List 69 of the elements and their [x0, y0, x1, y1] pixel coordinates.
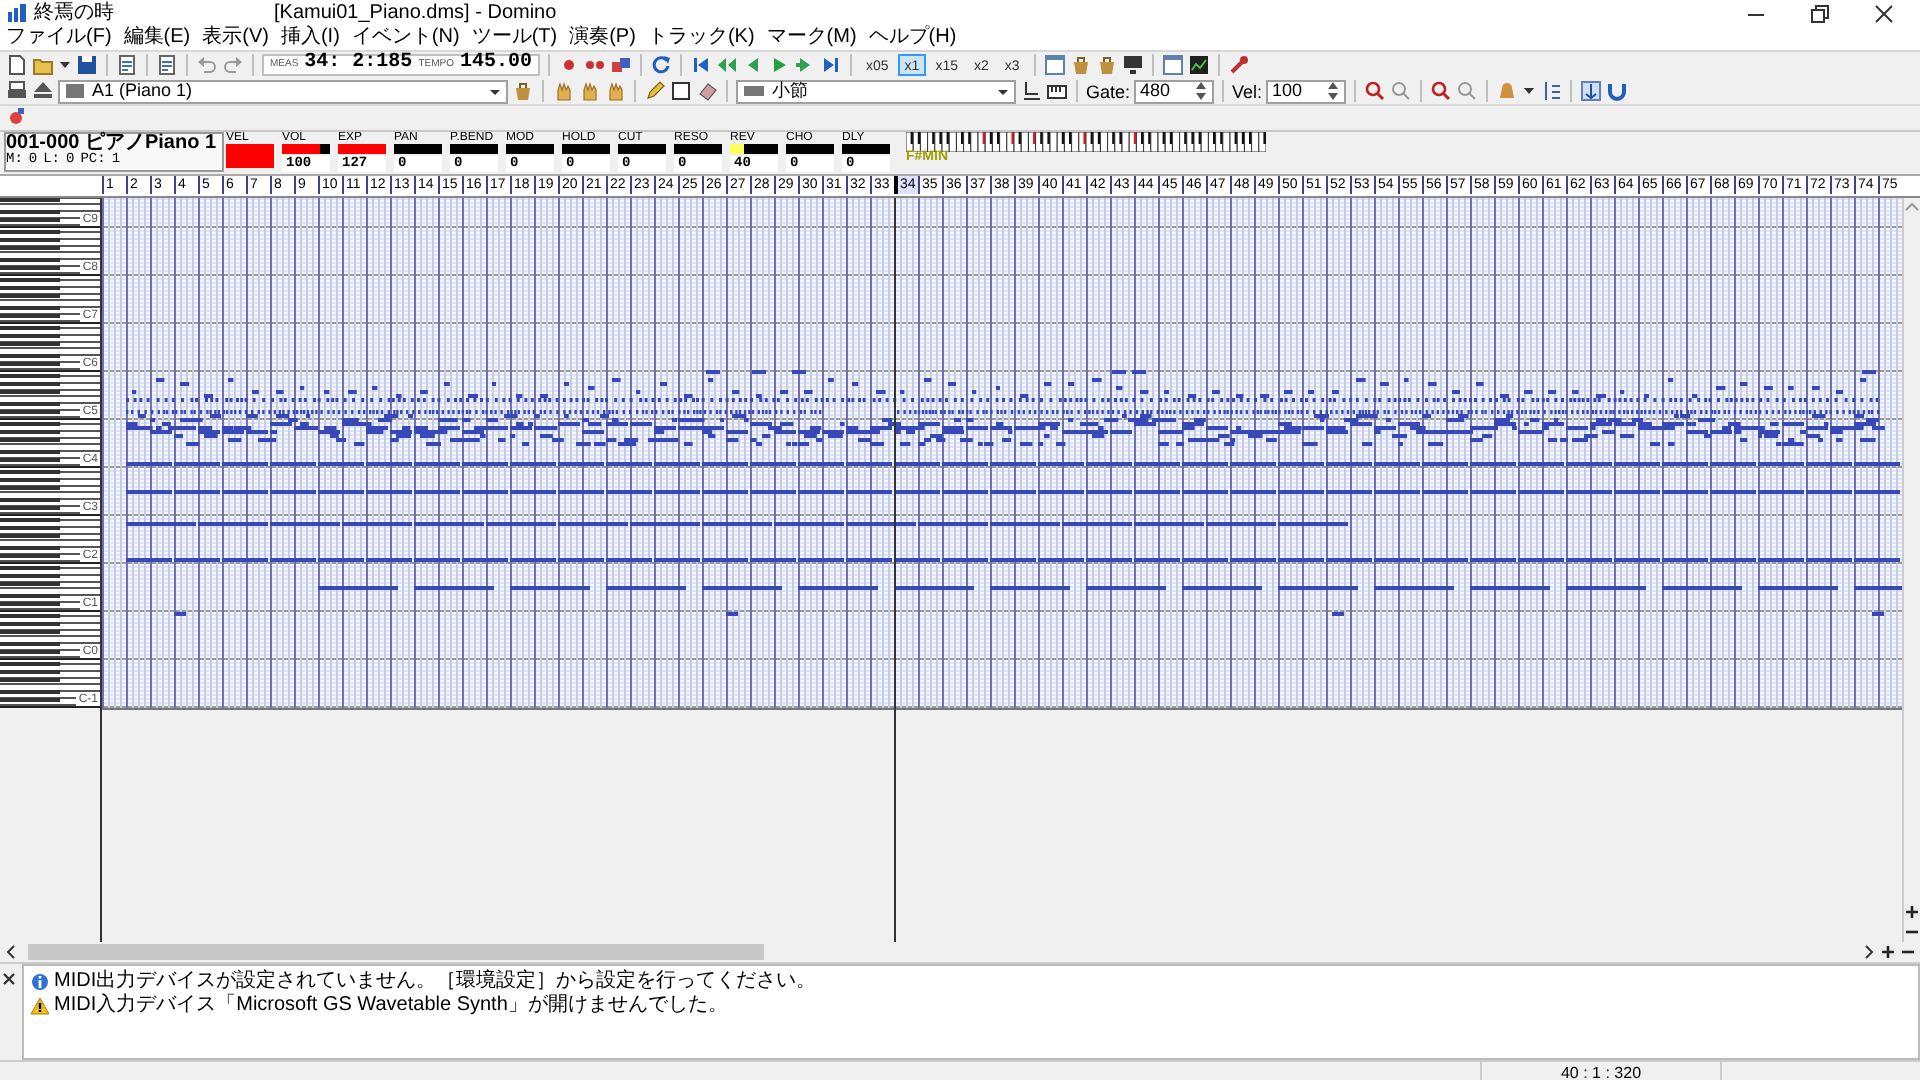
close-icon[interactable] [1874, 3, 1894, 23]
spin-arrows-icon[interactable] [1194, 80, 1209, 102]
gate-label: Gate: [1086, 81, 1131, 101]
menu-item[interactable]: ファイル(F) [6, 26, 112, 50]
menu-item[interactable]: マーク(M) [766, 26, 857, 50]
scrollbar-thumb[interactable] [28, 944, 764, 960]
hand-icon[interactable] [578, 80, 600, 102]
bars-icon[interactable] [1540, 80, 1563, 102]
blocks-icon[interactable] [609, 53, 632, 75]
bag-icon[interactable] [1095, 53, 1118, 75]
menu-item[interactable]: ツール(T) [471, 26, 558, 50]
bag-icon[interactable] [1069, 53, 1092, 75]
controller-meter[interactable] [730, 144, 778, 154]
piano-roll-grid[interactable] [102, 198, 1902, 710]
message-text: MIDI入力デバイス「Microsoft GS Wavetable Synth」が開けませんでした。 [54, 994, 728, 1016]
printer-icon[interactable] [6, 80, 28, 102]
info-icon [30, 971, 50, 991]
document-title: [Kamui01_Piano.dms] - Domino [274, 1, 557, 25]
message-text: MIDI出力デバイスが設定されていません。［環境設定］から設定を行ってください。 [54, 970, 817, 992]
refresh-icon[interactable] [649, 53, 672, 75]
velocity-field[interactable]: 100 [1266, 79, 1347, 103]
pencil-icon[interactable] [644, 80, 666, 102]
pin-icon[interactable] [1580, 80, 1603, 102]
position-status: 40 : 1 : 320 [1480, 1062, 1720, 1080]
zoom-in-icon[interactable] [1430, 80, 1453, 102]
hand-icon[interactable] [552, 80, 574, 102]
position-value: 34: 2:185 [304, 54, 413, 74]
menu-item[interactable]: ヘルプ(H) [868, 26, 957, 50]
menu-item[interactable]: 表示(V) [202, 26, 269, 50]
scroll-right-icon[interactable] [1860, 944, 1876, 960]
window-title: 終焉の時 [34, 1, 116, 25]
snap-dropdown[interactable]: 小節 [736, 79, 1016, 103]
menu-item[interactable]: トラック(K) [647, 26, 755, 50]
skip-start-icon[interactable] [689, 53, 712, 75]
document-icon[interactable] [156, 53, 178, 75]
spin-arrows-icon[interactable] [1326, 80, 1341, 102]
menu-item[interactable]: 演奏(P) [569, 26, 636, 50]
magnet-icon[interactable] [1606, 80, 1629, 102]
save-icon[interactable] [76, 53, 98, 75]
skip-end-icon[interactable] [819, 53, 842, 75]
zoom-in-icon[interactable] [1364, 80, 1387, 102]
wrench-icon[interactable] [1227, 53, 1250, 75]
midi-notes-drawing[interactable] [126, 370, 1902, 616]
window-icon[interactable] [1161, 53, 1184, 75]
zoom-plus-icon[interactable] [1904, 904, 1920, 920]
plugin-icon[interactable] [6, 106, 28, 128]
bag-icon[interactable] [512, 80, 534, 102]
menu-item[interactable]: 編集(E) [123, 26, 191, 50]
tempo-value: 145.00 [459, 54, 532, 74]
velocity-label: Vel: [1232, 81, 1263, 101]
monitor-icon[interactable] [1121, 53, 1144, 75]
graph-screen-icon[interactable] [1187, 53, 1210, 75]
track-dropdown[interactable]: A1 (Piano 1) [58, 79, 508, 103]
scroll-left-icon[interactable] [4, 944, 20, 960]
eject-icon[interactable] [32, 80, 54, 102]
keyboard-icon[interactable] [1046, 80, 1068, 102]
restore-icon[interactable] [1810, 3, 1830, 23]
track-name: 001-000 ピアノPiano 1 [6, 134, 219, 154]
menu-item[interactable]: 挿入(I) [280, 26, 340, 50]
menu-item[interactable]: イベント(N) [351, 26, 460, 50]
warning-icon [30, 995, 50, 1015]
gate-field[interactable]: 480 [1134, 79, 1215, 103]
zoom-plus-icon[interactable] [1880, 944, 1896, 960]
app-icon [6, 2, 28, 24]
select-square-icon[interactable] [670, 80, 692, 102]
hand-icon[interactable] [604, 80, 626, 102]
window-icon[interactable] [1043, 53, 1066, 75]
eraser-icon[interactable] [696, 80, 718, 102]
close-icon[interactable] [2, 972, 16, 986]
